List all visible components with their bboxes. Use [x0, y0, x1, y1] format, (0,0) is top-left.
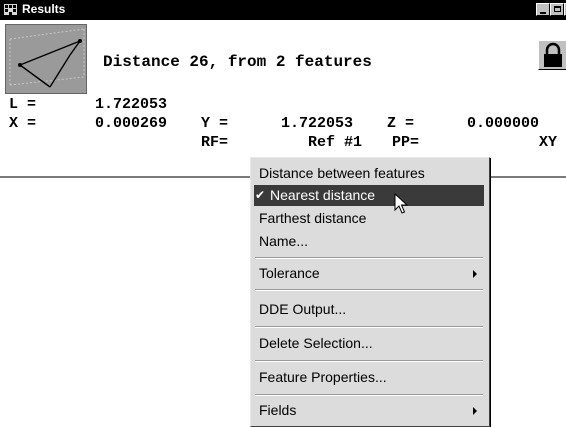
- menu-item-distance-between-features[interactable]: Distance between features: [254, 163, 484, 184]
- length-value: 1.722053: [95, 96, 168, 113]
- minimize-button[interactable]: [536, 3, 550, 16]
- menu-item-tolerance[interactable]: Tolerance: [254, 263, 484, 284]
- reference-frame-value: Ref #1: [308, 134, 363, 151]
- menu-item-label: Tolerance: [259, 265, 320, 281]
- result-heading: Distance 26, from 2 features: [103, 53, 372, 71]
- title-bar[interactable]: Results: [0, 0, 566, 20]
- x-label: X =: [9, 115, 37, 132]
- y-label: Y =: [201, 115, 229, 132]
- maximize-button[interactable]: [550, 3, 564, 16]
- menu-item-delete-selection[interactable]: Delete Selection...: [254, 333, 484, 354]
- menu-item-label: Feature Properties...: [259, 369, 387, 385]
- menu-item-label: Distance between features: [259, 165, 425, 181]
- lock-button[interactable]: [538, 40, 566, 70]
- maximize-icon: [553, 6, 561, 12]
- menu-item-label: Farthest distance: [259, 210, 367, 226]
- lock-icon: [544, 42, 562, 67]
- menu-item-label: DDE Output...: [259, 301, 347, 317]
- results-table-icon: [3, 3, 18, 16]
- menu-separator: [255, 394, 483, 396]
- menu-item-fields[interactable]: Fields: [254, 400, 484, 421]
- z-label: Z =: [387, 115, 415, 132]
- z-value: 0.000000: [467, 115, 540, 132]
- mouse-cursor-icon: [394, 193, 409, 214]
- menu-item-label: Delete Selection...: [259, 335, 373, 351]
- menu-separator: [255, 326, 483, 328]
- y-value: 1.722053: [281, 115, 354, 132]
- results-window: Results Distance 26, from 2 features L =…: [0, 0, 566, 178]
- menu-item-label: Fields: [259, 402, 297, 418]
- submenu-arrow-icon: [473, 270, 477, 278]
- minimize-icon: [540, 12, 546, 14]
- checkmark-icon: ✔: [255, 188, 266, 202]
- length-label: L =: [9, 96, 37, 113]
- x-value: 0.000269: [95, 115, 168, 132]
- projection-plane-value: XY: [539, 134, 558, 151]
- distance-diagram-icon: [9, 28, 85, 88]
- menu-item-feature-properties[interactable]: Feature Properties...: [254, 367, 484, 388]
- menu-item-name[interactable]: Name...: [254, 231, 484, 252]
- window-title: Results: [22, 2, 66, 16]
- menu-item-label: Nearest distance: [270, 187, 376, 203]
- menu-item-dde-output[interactable]: DDE Output...: [254, 299, 484, 320]
- projection-plane-label: PP=: [392, 134, 420, 151]
- menu-item-nearest-distance[interactable]: ✔ Nearest distance: [254, 185, 484, 206]
- menu-separator: [255, 257, 483, 259]
- submenu-arrow-icon: [473, 407, 477, 415]
- feature-thumbnail: [5, 24, 87, 94]
- menu-separator: [255, 360, 483, 362]
- context-menu: Distance between features ✔ Nearest dist…: [250, 157, 490, 427]
- menu-separator: [255, 289, 483, 291]
- menu-item-farthest-distance[interactable]: Farthest distance: [254, 208, 484, 229]
- reference-frame-label: RF=: [201, 134, 229, 151]
- menu-item-label: Name...: [259, 233, 309, 249]
